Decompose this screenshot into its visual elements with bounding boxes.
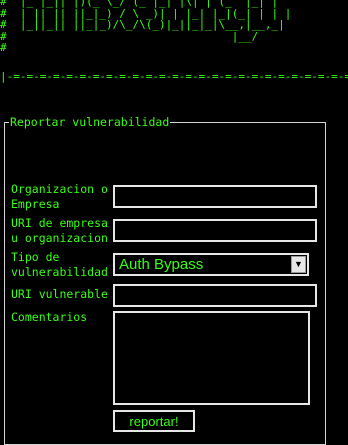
separator-line: |-=-=-=-=-=-=-=-=-=-=-=-=-=-=-=-=-=-=-=-… [0,71,348,83]
vulnerability-type-label-line1: Tipo de [11,250,60,264]
form-legend: Reportar vulnerabilidad [10,115,170,129]
comments-textarea[interactable] [113,311,310,405]
submit-report-button[interactable]: reportar! [113,410,195,432]
vulnerability-type-label-line2: vulnerabilidad [11,265,108,279]
comments-label: Comentarios [11,310,88,324]
vulnerability-type-label: Tipo de vulnerabilidad [11,250,108,280]
organization-label: Organizacion o Empresa [11,182,108,212]
company-uri-label-line2: u organizacion [11,231,108,245]
company-uri-label-line1: URI de empresa [11,216,108,230]
vulnerable-uri-input[interactable] [113,284,317,307]
company-uri-input[interactable] [113,219,317,242]
vulnerability-type-select[interactable]: Auth Bypass ▼ [113,253,309,276]
company-uri-label: URI de empresa u organizacion [11,216,108,246]
vulnerability-type-selected: Auth Bypass [119,256,204,273]
organization-input[interactable] [113,185,317,208]
organization-label-line2: Empresa [11,197,60,211]
ascii-banner: # |_ |_|| |)(_ \_/ (_ |_| |\| | (_ |_| |… [0,0,292,54]
vulnerable-uri-label: URI vulnerable [11,287,108,301]
organization-label-line1: Organizacion o [11,182,108,196]
chevron-down-icon[interactable]: ▼ [291,256,306,273]
